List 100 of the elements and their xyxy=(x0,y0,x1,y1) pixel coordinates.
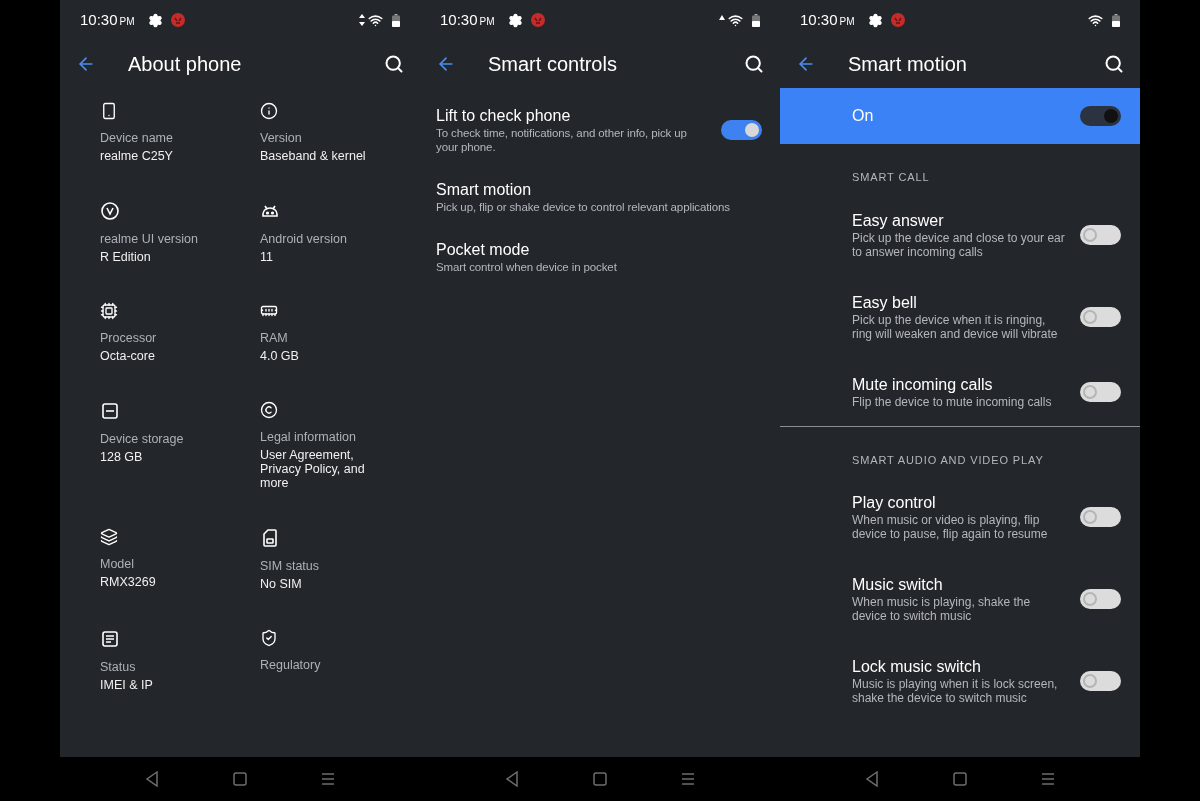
tile-value: User Agreement, Privacy Policy, and more xyxy=(260,448,366,490)
row-title: Play control xyxy=(852,493,937,513)
menu-nav-button[interactable] xyxy=(681,772,695,786)
info-tile[interactable]: Device storage 128 GB xyxy=(100,401,250,490)
toggle-switch[interactable] xyxy=(1080,306,1121,327)
menu-nav-button[interactable] xyxy=(321,772,335,786)
info-tile[interactable]: Status IMEI & IP xyxy=(100,629,250,692)
home-nav-button[interactable] xyxy=(593,772,607,786)
settings-row[interactable]: Lock music switch Music is playing when it is lock screen, shake the device to switch music xyxy=(780,640,1140,722)
copyright-icon xyxy=(260,401,278,419)
tile-value: Octa-core xyxy=(100,349,156,363)
toggle-switch[interactable] xyxy=(721,120,762,140)
info-tile[interactable]: realme UI version R Edition xyxy=(100,201,250,264)
wifi-icon xyxy=(1088,12,1103,28)
search-icon xyxy=(384,54,404,74)
document-icon xyxy=(100,629,120,649)
home-nav-button[interactable] xyxy=(233,772,247,786)
battery-icon xyxy=(392,13,400,27)
info-tile[interactable]: Processor Octa-core xyxy=(100,302,250,363)
row-title: Smart motion xyxy=(436,180,533,200)
notification-icon xyxy=(170,13,185,27)
settings-row[interactable]: Music switch When music is playing, shake the device to switch music xyxy=(780,558,1140,640)
row-description: To check time, notifications, and other info, pick up your phone. xyxy=(436,126,688,154)
screen-title: About phone xyxy=(128,52,242,77)
tile-label: Regulatory xyxy=(260,657,322,673)
toggle-switch[interactable] xyxy=(1080,381,1121,402)
tile-value: Baseband & kernel xyxy=(260,149,367,163)
tile-label: Device name xyxy=(100,130,174,146)
info-tile[interactable]: Android version 11 xyxy=(260,201,410,264)
tile-label: Version xyxy=(260,130,303,146)
back-nav-button[interactable] xyxy=(865,771,879,787)
info-tile[interactable]: RAM 4.0 GB xyxy=(260,302,410,363)
row-title: Mute incoming calls xyxy=(852,374,994,395)
circled-v-icon xyxy=(100,201,120,221)
toggle-switch[interactable] xyxy=(1080,507,1121,527)
toggle-switch[interactable] xyxy=(1080,589,1121,609)
tile-label: SIM status xyxy=(260,558,321,574)
tile-value: IMEI & IP xyxy=(100,678,154,692)
search-icon xyxy=(1104,54,1124,74)
tile-value: No SIM xyxy=(260,577,303,591)
toggle-switch[interactable] xyxy=(1080,224,1121,245)
row-title: Easy bell xyxy=(852,292,918,313)
master-switch-bar[interactable]: On xyxy=(780,88,1140,144)
tile-label: realme UI version xyxy=(100,231,199,247)
back-nav-button[interactable] xyxy=(505,771,519,787)
row-description: Music is playing when it is lock screen, shake the device to switch music xyxy=(852,677,1059,705)
tile-label: Legal information xyxy=(260,429,357,445)
tile-value: 11 xyxy=(260,250,274,264)
settings-row[interactable]: Easy answer Pick up the device and close to your ear to answer incoming calls xyxy=(780,193,1140,276)
tile-label: RAM xyxy=(260,330,289,346)
tile-label: Processor xyxy=(100,330,158,346)
row-description: Pick up the device and close to your ear to answer incoming calls xyxy=(852,230,1066,259)
data-arrows-icon xyxy=(359,14,365,26)
home-nav-button[interactable] xyxy=(953,772,967,786)
wifi-icon xyxy=(728,12,743,28)
info-tile[interactable]: SIM status No SIM xyxy=(260,528,410,591)
settings-row[interactable]: Pocket mode Smart control when device in pocket xyxy=(420,232,780,282)
wifi-icon xyxy=(368,12,383,28)
tile-value: 4.0 GB xyxy=(260,349,300,363)
chip-icon xyxy=(100,302,118,320)
row-title: Music switch xyxy=(852,575,944,595)
screen-title: Smart motion xyxy=(848,52,967,77)
clock: 10:30 PM xyxy=(800,9,855,30)
toggle-switch[interactable] xyxy=(1080,671,1121,691)
section-heading: SMART CALL xyxy=(851,170,931,185)
tile-value: R Edition xyxy=(100,250,152,264)
settings-row[interactable]: Play control When music or video is playing, flip device to pause, flip again to resume xyxy=(780,476,1140,558)
shield-check-icon xyxy=(260,629,278,647)
row-description: When music is playing, shake the device to switch music xyxy=(852,595,1032,623)
row-description: When music or video is playing, flip device to pause, flip again to resume xyxy=(852,513,1049,541)
info-tile[interactable]: Model RMX3269 xyxy=(100,528,250,591)
notification-icon xyxy=(530,13,545,27)
info-icon xyxy=(260,102,278,120)
clock: 10:30 PM xyxy=(440,9,495,30)
settings-row[interactable]: Mute incoming calls Flip the device to mute incoming calls xyxy=(780,357,1140,426)
row-description: Flip the device to mute incoming calls xyxy=(852,394,1053,409)
info-tile[interactable]: Legal information User Agreement, Privacy Policy, and more xyxy=(260,401,410,490)
info-tile[interactable]: Regulatory xyxy=(260,629,410,692)
info-tile[interactable]: Device name realme C25Y xyxy=(100,102,250,163)
settings-row[interactable]: Lift to check phone To check time, notifications, and other info, pick up your phone. xyxy=(420,98,780,162)
battery-icon xyxy=(1112,13,1120,27)
sim-card-icon xyxy=(260,528,280,548)
section-heading: SMART AUDIO AND VIDEO PLAY xyxy=(851,452,1045,468)
toggle-switch[interactable] xyxy=(1080,106,1121,126)
back-nav-button[interactable] xyxy=(145,771,159,787)
data-arrow-icon xyxy=(719,14,725,21)
menu-nav-button[interactable] xyxy=(1041,772,1055,786)
info-tile[interactable]: Version Baseband & kernel xyxy=(260,102,410,163)
settings-row[interactable]: Easy bell Pick up the device when it is ringing, ring will weaken and device will vibrate xyxy=(780,275,1140,358)
row-description: Pick up, flip or shake device to control relevant applications xyxy=(436,200,731,214)
settings-icon xyxy=(147,12,163,28)
settings-icon xyxy=(867,12,883,28)
clock: 10:30 PM xyxy=(80,9,135,30)
row-title: Lift to check phone xyxy=(436,106,572,126)
settings-row[interactable]: Smart motion Pick up, flip or shake device to control relevant applications xyxy=(420,172,780,222)
tile-value: realme C25Y xyxy=(100,149,174,163)
tile-label: Status xyxy=(100,659,137,675)
phone-icon xyxy=(100,102,118,120)
row-title: Easy answer xyxy=(852,210,945,231)
search-icon xyxy=(744,54,764,74)
